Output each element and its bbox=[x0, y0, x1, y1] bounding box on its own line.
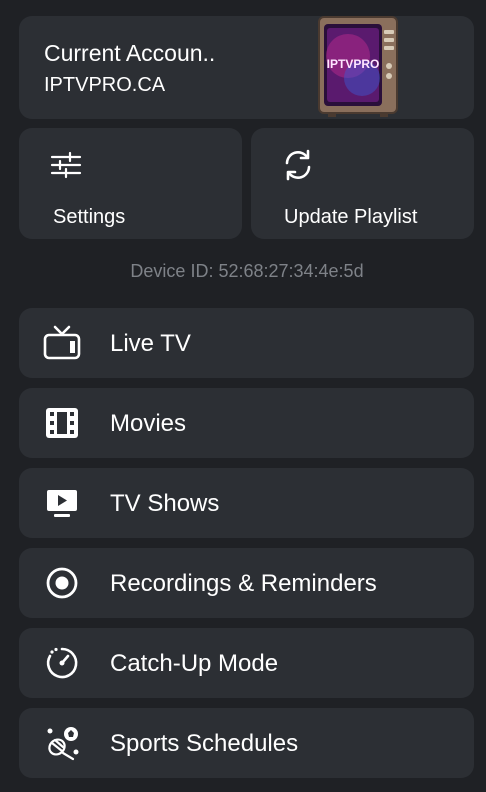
menu-label-movies: Movies bbox=[110, 410, 187, 437]
menu-label-live-tv: Live TV bbox=[110, 330, 191, 357]
logo-text: IPTVPRO bbox=[327, 57, 380, 71]
play-screen-icon bbox=[47, 490, 77, 517]
tv-icon bbox=[43, 325, 81, 360]
iptv-tv-logo: IPTVPRO bbox=[318, 16, 398, 117]
record-icon bbox=[46, 567, 78, 599]
menu-item-catch-up[interactable]: Catch-Up Mode bbox=[19, 628, 474, 698]
menu-item-tv-shows[interactable]: TV Shows bbox=[19, 468, 474, 538]
current-account-card[interactable]: Current Accoun.. IPTVPRO.CA IPTVPRO bbox=[19, 16, 474, 119]
menu-item-sports-schedules[interactable]: Sports Schedules bbox=[19, 708, 474, 778]
menu-label-tv-shows: TV Shows bbox=[110, 490, 220, 517]
sports-icon bbox=[47, 727, 79, 761]
menu-item-live-tv[interactable]: Live TV bbox=[19, 308, 474, 378]
menu-label-sports-schedules: Sports Schedules bbox=[110, 730, 299, 757]
settings-button[interactable]: Settings bbox=[19, 128, 242, 239]
refresh-icon bbox=[285, 149, 311, 181]
menu-label-recordings: Recordings & Reminders bbox=[110, 570, 377, 597]
timer-icon bbox=[46, 647, 78, 679]
sliders-icon bbox=[50, 151, 82, 179]
menu-item-movies[interactable]: Movies bbox=[19, 388, 474, 458]
film-icon bbox=[46, 408, 78, 438]
menu-item-recordings[interactable]: Recordings & Reminders bbox=[19, 548, 474, 618]
account-title: Current Accoun.. bbox=[44, 40, 216, 66]
menu-label-catch-up: Catch-Up Mode bbox=[110, 650, 279, 677]
update-playlist-button[interactable]: Update Playlist bbox=[251, 128, 474, 239]
account-provider: IPTVPRO.CA bbox=[44, 74, 166, 96]
settings-label: Settings bbox=[53, 206, 126, 228]
device-id-text: Device ID: 52:68:27:34:4e:5d bbox=[130, 261, 364, 281]
update-playlist-label: Update Playlist bbox=[284, 206, 418, 228]
side-menu-panel: Current Accoun.. IPTVPRO.CA IPTVPRO Sett… bbox=[0, 0, 486, 792]
